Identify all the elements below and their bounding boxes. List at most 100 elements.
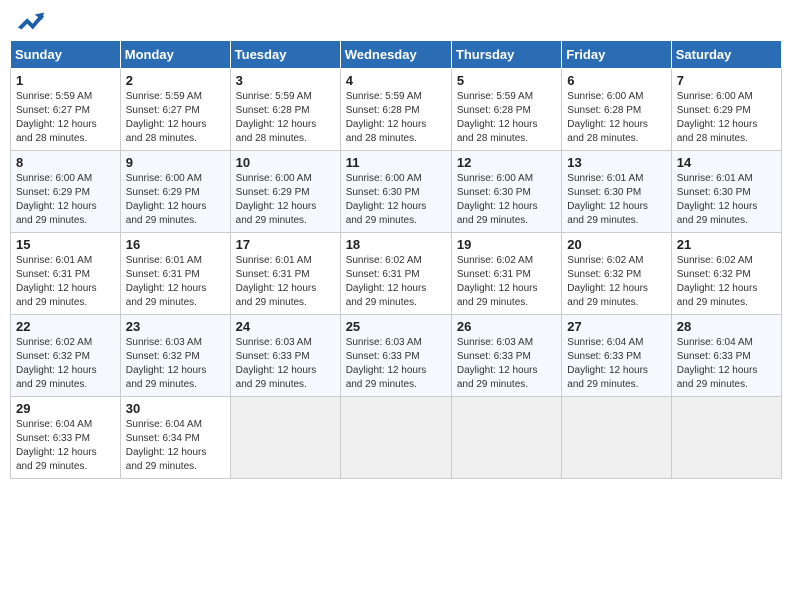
calendar-cell: 12 Sunrise: 6:00 AM Sunset: 6:30 PM Dayl…	[451, 151, 561, 233]
calendar-cell: 9 Sunrise: 6:00 AM Sunset: 6:29 PM Dayli…	[120, 151, 230, 233]
calendar-week-3: 15 Sunrise: 6:01 AM Sunset: 6:31 PM Dayl…	[11, 233, 782, 315]
calendar-cell: 7 Sunrise: 6:00 AM Sunset: 6:29 PM Dayli…	[671, 69, 781, 151]
day-number: 25	[346, 319, 446, 334]
day-info: Sunrise: 6:03 AM Sunset: 6:33 PM Dayligh…	[236, 336, 335, 392]
calendar-cell: 15 Sunrise: 6:01 AM Sunset: 6:31 PM Dayl…	[11, 233, 121, 315]
day-number: 15	[16, 237, 115, 252]
column-header-thursday: Thursday	[451, 41, 561, 69]
day-number: 22	[16, 319, 115, 334]
day-info: Sunrise: 6:02 AM Sunset: 6:32 PM Dayligh…	[16, 336, 115, 392]
day-number: 4	[346, 73, 446, 88]
calendar-cell: 22 Sunrise: 6:02 AM Sunset: 6:32 PM Dayl…	[11, 315, 121, 397]
column-header-wednesday: Wednesday	[340, 41, 451, 69]
calendar-cell: 25 Sunrise: 6:03 AM Sunset: 6:33 PM Dayl…	[340, 315, 451, 397]
day-number: 10	[236, 155, 335, 170]
day-info: Sunrise: 6:04 AM Sunset: 6:33 PM Dayligh…	[16, 418, 115, 474]
day-info: Sunrise: 6:01 AM Sunset: 6:30 PM Dayligh…	[567, 172, 665, 228]
column-header-sunday: Sunday	[11, 41, 121, 69]
calendar-cell	[340, 397, 451, 479]
day-info: Sunrise: 6:01 AM Sunset: 6:31 PM Dayligh…	[16, 254, 115, 310]
day-info: Sunrise: 6:00 AM Sunset: 6:29 PM Dayligh…	[126, 172, 225, 228]
calendar-cell: 4 Sunrise: 5:59 AM Sunset: 6:28 PM Dayli…	[340, 69, 451, 151]
day-number: 14	[677, 155, 776, 170]
day-number: 30	[126, 401, 225, 416]
day-info: Sunrise: 6:04 AM Sunset: 6:33 PM Dayligh…	[677, 336, 776, 392]
day-number: 17	[236, 237, 335, 252]
day-number: 20	[567, 237, 665, 252]
day-number: 6	[567, 73, 665, 88]
day-number: 23	[126, 319, 225, 334]
calendar-cell: 29 Sunrise: 6:04 AM Sunset: 6:33 PM Dayl…	[11, 397, 121, 479]
calendar-cell: 13 Sunrise: 6:01 AM Sunset: 6:30 PM Dayl…	[562, 151, 671, 233]
day-info: Sunrise: 5:59 AM Sunset: 6:27 PM Dayligh…	[16, 90, 115, 146]
day-number: 12	[457, 155, 556, 170]
day-number: 8	[16, 155, 115, 170]
day-info: Sunrise: 6:02 AM Sunset: 6:31 PM Dayligh…	[346, 254, 446, 310]
day-number: 24	[236, 319, 335, 334]
day-number: 1	[16, 73, 115, 88]
calendar-cell	[230, 397, 340, 479]
calendar-cell: 2 Sunrise: 5:59 AM Sunset: 6:27 PM Dayli…	[120, 69, 230, 151]
day-info: Sunrise: 6:00 AM Sunset: 6:29 PM Dayligh…	[236, 172, 335, 228]
calendar-cell: 14 Sunrise: 6:01 AM Sunset: 6:30 PM Dayl…	[671, 151, 781, 233]
logo	[14, 10, 44, 32]
day-info: Sunrise: 6:00 AM Sunset: 6:28 PM Dayligh…	[567, 90, 665, 146]
day-number: 2	[126, 73, 225, 88]
day-info: Sunrise: 6:02 AM Sunset: 6:32 PM Dayligh…	[677, 254, 776, 310]
calendar-cell: 28 Sunrise: 6:04 AM Sunset: 6:33 PM Dayl…	[671, 315, 781, 397]
calendar-cell	[671, 397, 781, 479]
day-number: 16	[126, 237, 225, 252]
column-header-monday: Monday	[120, 41, 230, 69]
column-header-saturday: Saturday	[671, 41, 781, 69]
calendar-cell: 3 Sunrise: 5:59 AM Sunset: 6:28 PM Dayli…	[230, 69, 340, 151]
day-info: Sunrise: 6:03 AM Sunset: 6:33 PM Dayligh…	[457, 336, 556, 392]
day-info: Sunrise: 6:00 AM Sunset: 6:29 PM Dayligh…	[16, 172, 115, 228]
day-number: 28	[677, 319, 776, 334]
day-info: Sunrise: 5:59 AM Sunset: 6:28 PM Dayligh…	[236, 90, 335, 146]
day-number: 13	[567, 155, 665, 170]
calendar-cell: 11 Sunrise: 6:00 AM Sunset: 6:30 PM Dayl…	[340, 151, 451, 233]
day-number: 9	[126, 155, 225, 170]
day-info: Sunrise: 6:02 AM Sunset: 6:31 PM Dayligh…	[457, 254, 556, 310]
calendar-cell: 5 Sunrise: 5:59 AM Sunset: 6:28 PM Dayli…	[451, 69, 561, 151]
day-number: 26	[457, 319, 556, 334]
day-info: Sunrise: 6:00 AM Sunset: 6:30 PM Dayligh…	[346, 172, 446, 228]
calendar-body: 1 Sunrise: 5:59 AM Sunset: 6:27 PM Dayli…	[11, 69, 782, 479]
day-info: Sunrise: 6:00 AM Sunset: 6:30 PM Dayligh…	[457, 172, 556, 228]
calendar-cell: 17 Sunrise: 6:01 AM Sunset: 6:31 PM Dayl…	[230, 233, 340, 315]
day-info: Sunrise: 6:01 AM Sunset: 6:30 PM Dayligh…	[677, 172, 776, 228]
calendar-cell: 8 Sunrise: 6:00 AM Sunset: 6:29 PM Dayli…	[11, 151, 121, 233]
calendar-cell: 19 Sunrise: 6:02 AM Sunset: 6:31 PM Dayl…	[451, 233, 561, 315]
calendar-cell: 30 Sunrise: 6:04 AM Sunset: 6:34 PM Dayl…	[120, 397, 230, 479]
page-header	[10, 10, 782, 32]
calendar-cell: 10 Sunrise: 6:00 AM Sunset: 6:29 PM Dayl…	[230, 151, 340, 233]
calendar-cell	[451, 397, 561, 479]
calendar-table: SundayMondayTuesdayWednesdayThursdayFrid…	[10, 40, 782, 479]
day-number: 3	[236, 73, 335, 88]
day-info: Sunrise: 6:01 AM Sunset: 6:31 PM Dayligh…	[126, 254, 225, 310]
day-number: 21	[677, 237, 776, 252]
day-info: Sunrise: 5:59 AM Sunset: 6:28 PM Dayligh…	[457, 90, 556, 146]
day-number: 19	[457, 237, 556, 252]
day-number: 11	[346, 155, 446, 170]
column-header-tuesday: Tuesday	[230, 41, 340, 69]
calendar-cell: 24 Sunrise: 6:03 AM Sunset: 6:33 PM Dayl…	[230, 315, 340, 397]
day-info: Sunrise: 6:04 AM Sunset: 6:34 PM Dayligh…	[126, 418, 225, 474]
day-number: 18	[346, 237, 446, 252]
calendar-cell	[562, 397, 671, 479]
day-info: Sunrise: 6:00 AM Sunset: 6:29 PM Dayligh…	[677, 90, 776, 146]
day-info: Sunrise: 5:59 AM Sunset: 6:27 PM Dayligh…	[126, 90, 225, 146]
day-info: Sunrise: 6:03 AM Sunset: 6:33 PM Dayligh…	[346, 336, 446, 392]
day-info: Sunrise: 6:03 AM Sunset: 6:32 PM Dayligh…	[126, 336, 225, 392]
day-number: 29	[16, 401, 115, 416]
calendar-cell: 16 Sunrise: 6:01 AM Sunset: 6:31 PM Dayl…	[120, 233, 230, 315]
calendar-cell: 6 Sunrise: 6:00 AM Sunset: 6:28 PM Dayli…	[562, 69, 671, 151]
calendar-week-5: 29 Sunrise: 6:04 AM Sunset: 6:33 PM Dayl…	[11, 397, 782, 479]
day-number: 7	[677, 73, 776, 88]
calendar-week-2: 8 Sunrise: 6:00 AM Sunset: 6:29 PM Dayli…	[11, 151, 782, 233]
calendar-cell: 26 Sunrise: 6:03 AM Sunset: 6:33 PM Dayl…	[451, 315, 561, 397]
day-number: 5	[457, 73, 556, 88]
day-info: Sunrise: 6:04 AM Sunset: 6:33 PM Dayligh…	[567, 336, 665, 392]
calendar-cell: 1 Sunrise: 5:59 AM Sunset: 6:27 PM Dayli…	[11, 69, 121, 151]
calendar-week-1: 1 Sunrise: 5:59 AM Sunset: 6:27 PM Dayli…	[11, 69, 782, 151]
